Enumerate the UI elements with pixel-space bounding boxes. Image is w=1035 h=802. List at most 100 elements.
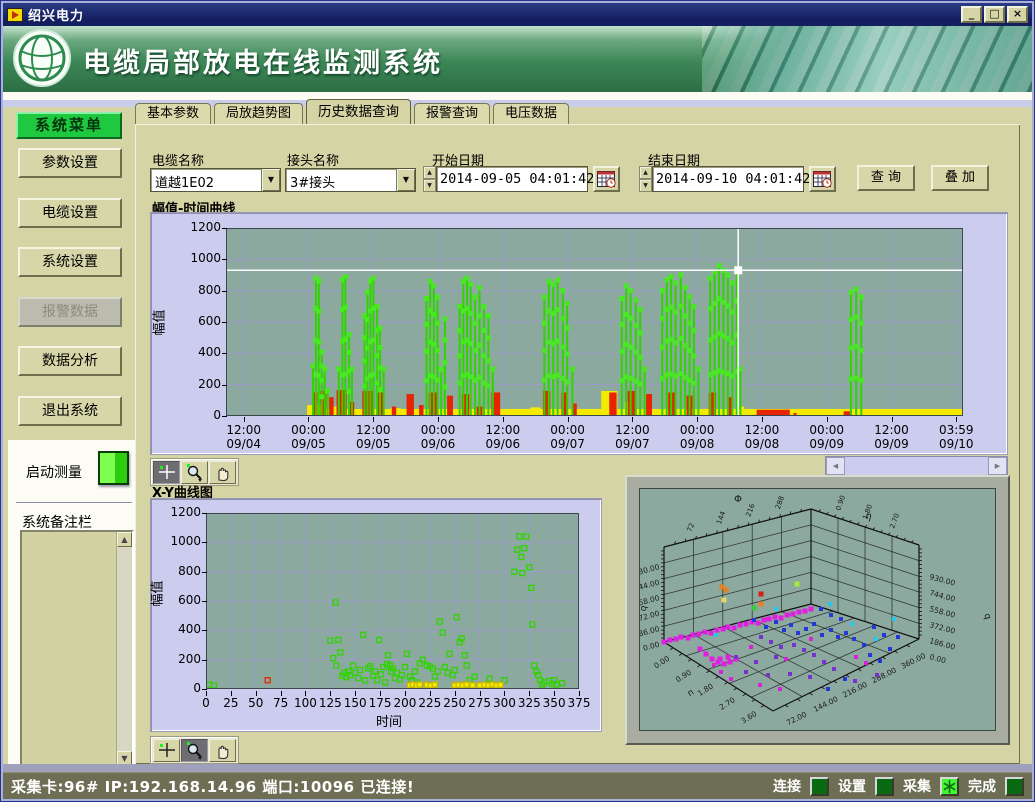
x-tick-label: 03:5909/10 bbox=[926, 423, 986, 451]
xy-plot[interactable] bbox=[206, 513, 579, 689]
pd-3d-plot[interactable]: 930.00744.00558.00372.00186.000.00930.00… bbox=[640, 489, 997, 733]
x-tick-label: 12:0009/09 bbox=[862, 423, 922, 451]
query-button[interactable]: 查 询 bbox=[857, 165, 915, 191]
pan-tool-button[interactable] bbox=[209, 461, 236, 484]
tab-0[interactable]: 基本参数 bbox=[135, 103, 211, 124]
y-tick-mark bbox=[202, 689, 207, 690]
x-axis-ticks: 0255075100125150175200225250275300325350… bbox=[206, 691, 579, 711]
start-date-value[interactable]: 2014-09-05 04:01:42 bbox=[436, 166, 588, 192]
status-bar: 采集卡:96# IP:192.168.14.96 端口:10096 已连接! 连… bbox=[3, 772, 1032, 799]
svg-text:744.00: 744.00 bbox=[640, 578, 661, 594]
app-window: 绍兴电力 _ □ × 电缆局部放电在线监测系统 系统菜单 参数设置电缆设置系统设… bbox=[0, 0, 1035, 802]
xy-chart-panel[interactable]: 幅值 0255075100125150175200225250275300325… bbox=[150, 498, 602, 732]
pd-3d-chart-panel[interactable]: 930.00744.00558.00372.00186.000.00930.00… bbox=[625, 475, 1010, 745]
cable-name-select[interactable]: 道越1E02 ▼ bbox=[150, 168, 281, 192]
minimize-button[interactable]: _ bbox=[961, 6, 982, 23]
end-date-spinner[interactable]: ▲▼ bbox=[639, 166, 652, 192]
tab-4[interactable]: 电压数据 bbox=[493, 103, 569, 124]
svg-text:144.00: 144.00 bbox=[812, 694, 840, 714]
svg-text:144: 144 bbox=[715, 510, 727, 526]
menu-button-4[interactable]: 数据分析 bbox=[18, 346, 122, 376]
y-tick-mark bbox=[202, 513, 207, 514]
close-button[interactable]: × bbox=[1007, 6, 1028, 23]
y-tick-label: 1200 bbox=[181, 220, 221, 234]
y-tick-mark bbox=[202, 542, 207, 543]
pan-tool-button[interactable] bbox=[209, 739, 236, 762]
joint-name-label: 接头名称 bbox=[287, 150, 339, 169]
pan-tool-icon bbox=[213, 463, 233, 482]
tab-3[interactable]: 报警查询 bbox=[414, 103, 490, 124]
x-tick-label: 12:0009/05 bbox=[343, 423, 403, 451]
menu-button-1[interactable]: 电缆设置 bbox=[18, 198, 122, 228]
x-tick-mark bbox=[308, 417, 309, 422]
spin-down-icon: ▼ bbox=[639, 179, 652, 192]
indicator-label-0: 连接 bbox=[773, 776, 801, 796]
x-tick-label: 12:0009/06 bbox=[473, 423, 533, 451]
x-tick-label: 00:0009/07 bbox=[538, 423, 598, 451]
joint-name-value: 3#接头 bbox=[286, 169, 396, 191]
zoom-tool-button[interactable] bbox=[181, 739, 208, 762]
chevron-down-icon[interactable]: ▼ bbox=[396, 169, 415, 191]
pan-tool-icon bbox=[213, 741, 233, 760]
cable-name-value: 道越1E02 bbox=[151, 169, 261, 191]
indicator-led-2 bbox=[940, 777, 959, 796]
maximize-button[interactable]: □ bbox=[984, 6, 1005, 23]
svg-text:q: q bbox=[981, 612, 992, 620]
scroll-left-icon[interactable]: ◀ bbox=[826, 457, 845, 475]
end-date-field[interactable]: ▲▼ 2014-09-10 04:01:42 bbox=[639, 166, 804, 192]
notes-label: 系统备注栏 bbox=[22, 512, 92, 532]
x-tick-label: 00:0009/06 bbox=[408, 423, 468, 451]
indicator-label-3: 完成 bbox=[968, 776, 996, 796]
tab-2[interactable]: 历史数据查询 bbox=[306, 99, 411, 124]
calendar-icon bbox=[597, 170, 617, 189]
svg-text:2.70: 2.70 bbox=[718, 695, 737, 712]
calendar-icon bbox=[813, 170, 833, 189]
chevron-down-icon[interactable]: ▼ bbox=[261, 169, 280, 191]
svg-text:72: 72 bbox=[686, 522, 697, 533]
notes-textarea[interactable]: ▲ ▼ bbox=[20, 530, 134, 768]
chart-hscrollbar[interactable]: ◀ ▶ bbox=[825, 456, 1008, 476]
end-date-value[interactable]: 2014-09-10 04:01:42 bbox=[652, 166, 804, 192]
svg-text:1.80: 1.80 bbox=[696, 681, 715, 698]
x-tick-label: 00:0009/09 bbox=[797, 423, 857, 451]
notes-scrollbar[interactable]: ▲ ▼ bbox=[116, 532, 132, 766]
amp-time-plot[interactable] bbox=[226, 228, 963, 416]
start-date-field[interactable]: ▲▼ 2014-09-05 04:01:42 bbox=[423, 166, 588, 192]
end-date-calendar-button[interactable] bbox=[809, 166, 836, 192]
tab-1[interactable]: 局放趋势图 bbox=[214, 103, 303, 124]
start-measure-led[interactable] bbox=[98, 451, 129, 485]
divider bbox=[3, 764, 1032, 772]
start-date-calendar-button[interactable] bbox=[593, 166, 620, 192]
zoom-tool-icon bbox=[185, 463, 205, 482]
svg-text:186.00: 186.00 bbox=[640, 624, 661, 640]
x-tick-mark bbox=[373, 417, 374, 422]
spin-up-icon: ▲ bbox=[423, 166, 436, 179]
x-tick-mark bbox=[632, 417, 633, 422]
overlay-button[interactable]: 叠 加 bbox=[931, 165, 989, 191]
title-bar[interactable]: 绍兴电力 _ □ × bbox=[3, 3, 1032, 26]
svg-text:288: 288 bbox=[774, 495, 786, 510]
menu-button-2[interactable]: 系统设置 bbox=[18, 247, 122, 277]
menu-button-5[interactable]: 退出系统 bbox=[18, 396, 122, 426]
svg-text:186.00: 186.00 bbox=[928, 636, 956, 652]
crosshair-tool-button[interactable] bbox=[153, 461, 180, 484]
svg-text:0.00: 0.00 bbox=[652, 654, 671, 671]
x-tick-mark bbox=[244, 417, 245, 422]
x-tick-label: 12:0009/08 bbox=[732, 423, 792, 451]
system-menu-header: 系统菜单 bbox=[16, 112, 122, 139]
y-tick-label: 800 bbox=[165, 564, 201, 578]
x-tick-label: 00:0009/08 bbox=[667, 423, 727, 451]
indicator-label-1: 设置 bbox=[838, 776, 866, 796]
svg-text:72.00: 72.00 bbox=[785, 710, 808, 728]
y-tick-mark bbox=[202, 630, 207, 631]
zoom-tool-button[interactable] bbox=[181, 461, 208, 484]
scroll-up-icon[interactable]: ▲ bbox=[117, 532, 132, 547]
joint-name-select[interactable]: 3#接头 ▼ bbox=[285, 168, 416, 192]
crosshair-tool-button[interactable] bbox=[153, 739, 180, 762]
menu-button-0[interactable]: 参数设置 bbox=[18, 148, 122, 178]
zoom-tool-icon bbox=[185, 741, 205, 760]
y-tick-mark bbox=[202, 660, 207, 661]
amp-time-chart-panel[interactable]: 幅值 12:0009/0400:0009/0512:0009/0500:0009… bbox=[150, 212, 1008, 455]
scroll-right-icon[interactable]: ▶ bbox=[988, 457, 1007, 475]
start-date-spinner[interactable]: ▲▼ bbox=[423, 166, 436, 192]
